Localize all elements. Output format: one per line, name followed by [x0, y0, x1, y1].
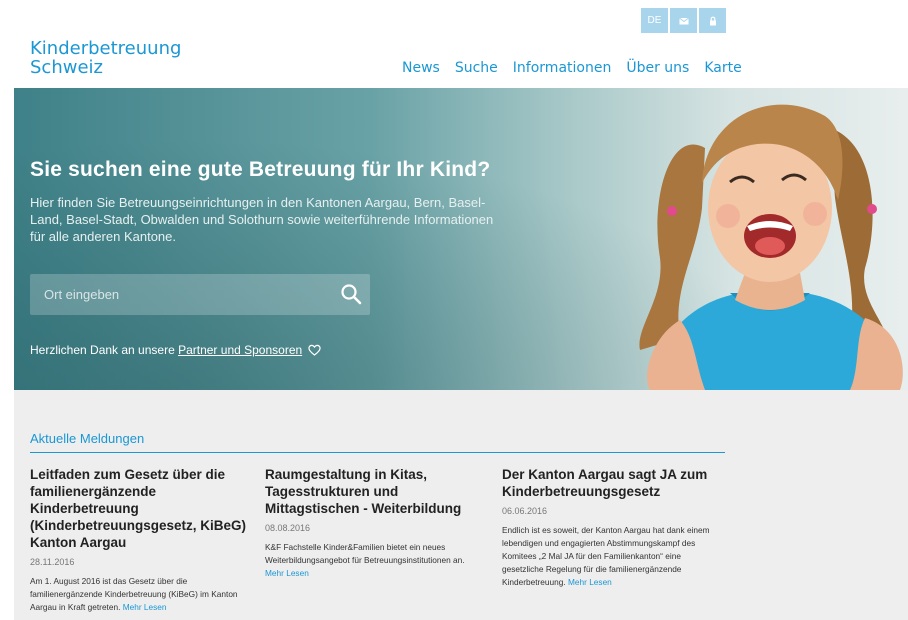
read-more-link[interactable]: Mehr Lesen: [123, 602, 167, 612]
news-title[interactable]: Raumgestaltung in Kitas, Tagesstrukturen…: [265, 466, 480, 517]
login-button[interactable]: [699, 8, 726, 33]
news-item: Leitfaden zum Gesetz über die familiener…: [30, 466, 250, 614]
news-heading: Aktuelle Meldungen: [30, 431, 145, 446]
hero-child-image: [639, 104, 903, 390]
news-date: 06.06.2016: [502, 506, 548, 516]
contact-button[interactable]: [670, 8, 697, 33]
news-divider: [30, 452, 725, 453]
logo-line-1: Kinderbetreuung: [30, 38, 182, 59]
hero-banner: Sie suchen eine gute Betreuung für Ihr K…: [14, 88, 908, 390]
utility-bar: DE: [641, 8, 726, 33]
news-section: Aktuelle Meldungen Leitfaden zum Gesetz …: [14, 390, 908, 620]
news-item: Raumgestaltung in Kitas, Tagesstrukturen…: [265, 466, 480, 580]
news-excerpt: K&F Fachstelle Kinder&Familien bietet ei…: [265, 542, 465, 578]
search-icon[interactable]: [340, 283, 362, 305]
page: DE Kinderbetreuung Schweiz News Suche In…: [14, 0, 908, 620]
news-excerpt: Endlich ist es soweit, der Kanton Aargau…: [502, 525, 710, 587]
heart-icon: [307, 344, 321, 356]
hero-title: Sie suchen eine gute Betreuung für Ihr K…: [30, 158, 491, 181]
nav-karte[interactable]: Karte: [704, 60, 741, 76]
news-excerpt: Am 1. August 2016 ist das Gesetz über di…: [30, 576, 238, 612]
sponsor-thanks: Herzlichen Dank an unsere Partner und Sp…: [30, 343, 321, 357]
main-nav: News Suche Informationen Über uns Karte: [402, 60, 742, 76]
sponsors-link[interactable]: Partner und Sponsoren: [178, 343, 302, 357]
envelope-icon: [678, 17, 689, 24]
read-more-link[interactable]: Mehr Lesen: [568, 577, 612, 587]
site-logo[interactable]: Kinderbetreuung Schweiz: [30, 39, 181, 77]
read-more-link[interactable]: Mehr Lesen: [265, 568, 309, 578]
location-search: [30, 274, 370, 315]
search-input[interactable]: [30, 274, 330, 315]
hero-lead: Hier finden Sie Betreuungseinrichtungen …: [30, 195, 494, 244]
lock-icon: [709, 16, 716, 25]
news-date: 28.11.2016: [30, 557, 75, 567]
language-switch[interactable]: DE: [641, 8, 668, 33]
news-date: 08.08.2016: [265, 523, 311, 533]
logo-line-2: Schweiz: [30, 57, 103, 78]
news-title[interactable]: Der Kanton Aargau sagt JA zum Kinderbetr…: [502, 466, 724, 500]
nav-ueber-uns[interactable]: Über uns: [626, 60, 689, 76]
news-title[interactable]: Leitfaden zum Gesetz über die familiener…: [30, 466, 250, 551]
thanks-text: Herzlichen Dank an unsere: [30, 343, 179, 357]
nav-suche[interactable]: Suche: [455, 60, 498, 76]
nav-news[interactable]: News: [402, 60, 440, 76]
news-item: Der Kanton Aargau sagt JA zum Kinderbetr…: [502, 466, 724, 589]
nav-informationen[interactable]: Informationen: [513, 60, 612, 76]
